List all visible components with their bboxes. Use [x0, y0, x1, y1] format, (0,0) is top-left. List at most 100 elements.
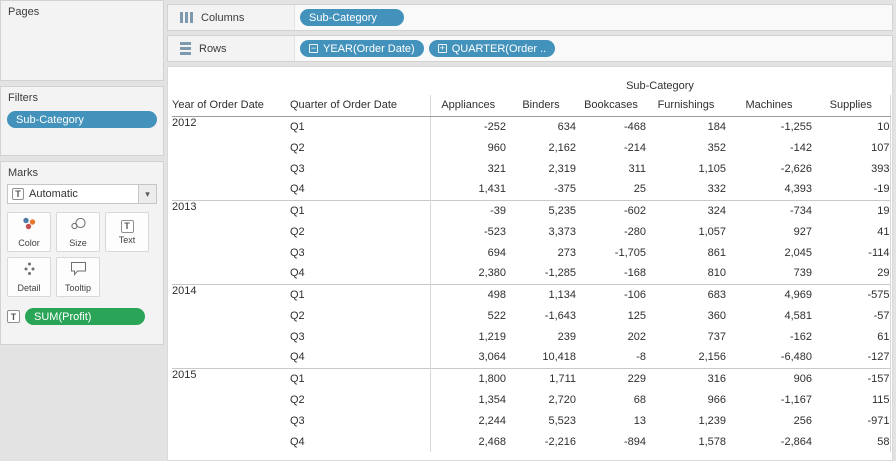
value-cell[interactable]: 960 [429, 137, 506, 158]
value-cell[interactable]: 10,418 [506, 347, 576, 368]
quarter-header[interactable]: Q2 [290, 221, 430, 242]
value-cell[interactable]: 1,105 [646, 158, 726, 179]
rows-pill-year-order-date[interactable]: − YEAR(Order Date) [300, 40, 424, 57]
value-cell[interactable]: 5,523 [506, 410, 576, 431]
value-cell[interactable]: -468 [576, 116, 646, 137]
quarter-header[interactable]: Q3 [290, 242, 430, 263]
value-cell[interactable]: -6,480 [726, 347, 812, 368]
value-cell[interactable]: 2,380 [429, 263, 506, 284]
value-cell[interactable]: -114 [812, 242, 891, 263]
value-cell[interactable]: -1,705 [576, 242, 646, 263]
measure-column-header[interactable]: Binders [506, 95, 576, 117]
year-header[interactable]: 2012 [172, 116, 290, 200]
row-field-label[interactable]: Quarter of Order Date [290, 95, 430, 117]
measure-column-header[interactable]: Appliances [429, 95, 506, 117]
value-cell[interactable]: 1,800 [429, 367, 506, 389]
value-cell[interactable]: 239 [506, 326, 576, 347]
year-header[interactable]: 2015 [172, 367, 290, 452]
value-cell[interactable]: -2,626 [726, 158, 812, 179]
pages-shelf[interactable]: Pages [0, 0, 164, 81]
value-cell[interactable]: 2,720 [506, 389, 576, 410]
value-cell[interactable]: 2,244 [429, 410, 506, 431]
value-cell[interactable]: 61 [812, 326, 891, 347]
value-cell[interactable]: 2,468 [429, 431, 506, 452]
value-cell[interactable]: 202 [576, 326, 646, 347]
color-button[interactable]: Color [7, 212, 51, 252]
value-cell[interactable]: -142 [726, 137, 812, 158]
value-cell[interactable]: 13 [576, 410, 646, 431]
value-cell[interactable]: 393 [812, 158, 891, 179]
value-cell[interactable]: 256 [726, 410, 812, 431]
value-cell[interactable]: 3,373 [506, 221, 576, 242]
value-cell[interactable]: 1,711 [506, 367, 576, 389]
value-cell[interactable]: 360 [646, 305, 726, 326]
quarter-header[interactable]: Q2 [290, 137, 430, 158]
value-cell[interactable]: -523 [429, 221, 506, 242]
filters-shelf[interactable]: Filters Sub-Category [0, 86, 164, 156]
columns-shelf-tray[interactable]: Sub-Category [294, 5, 892, 30]
rows-pill-quarter-order-date[interactable]: + QUARTER(Order .. [428, 40, 556, 57]
measure-column-header[interactable]: Machines [726, 95, 812, 117]
rows-shelf[interactable]: Rows − YEAR(Order Date) + QUARTER(Order … [167, 35, 893, 62]
columns-shelf[interactable]: Columns Sub-Category [167, 4, 893, 31]
value-cell[interactable]: 321 [429, 158, 506, 179]
value-cell[interactable]: -162 [726, 326, 812, 347]
value-cell[interactable]: 68 [576, 389, 646, 410]
rows-shelf-tray[interactable]: − YEAR(Order Date) + QUARTER(Order .. [294, 36, 892, 61]
value-cell[interactable]: 311 [576, 158, 646, 179]
value-cell[interactable]: 2,162 [506, 137, 576, 158]
value-cell[interactable]: 1,431 [429, 179, 506, 200]
value-cell[interactable]: 273 [506, 242, 576, 263]
quarter-header[interactable]: Q4 [290, 431, 430, 452]
value-cell[interactable]: -1,643 [506, 305, 576, 326]
mark-type-dropdown[interactable]: T Automatic [7, 184, 139, 204]
value-cell[interactable]: 2,045 [726, 242, 812, 263]
quarter-header[interactable]: Q1 [290, 283, 430, 305]
value-cell[interactable]: 927 [726, 221, 812, 242]
value-cell[interactable]: 1,239 [646, 410, 726, 431]
value-cell[interactable]: 324 [646, 199, 726, 221]
year-header[interactable]: 2014 [172, 283, 290, 368]
text-mark-icon[interactable]: T [7, 310, 20, 323]
value-cell[interactable]: -894 [576, 431, 646, 452]
value-cell[interactable]: 125 [576, 305, 646, 326]
value-cell[interactable]: 2,156 [646, 347, 726, 368]
value-cell[interactable]: 229 [576, 367, 646, 389]
value-cell[interactable]: -214 [576, 137, 646, 158]
value-cell[interactable]: 966 [646, 389, 726, 410]
chevron-down-icon[interactable]: ▾ [139, 184, 157, 204]
value-cell[interactable]: -8 [576, 347, 646, 368]
row-field-label[interactable]: Year of Order Date [172, 95, 290, 117]
value-cell[interactable]: 2,319 [506, 158, 576, 179]
value-cell[interactable]: 739 [726, 263, 812, 284]
quarter-header[interactable]: Q4 [290, 347, 430, 368]
value-cell[interactable]: 29 [812, 263, 891, 284]
column-field-title[interactable]: Sub-Category [430, 77, 890, 95]
quarter-header[interactable]: Q3 [290, 410, 430, 431]
value-cell[interactable]: 498 [429, 283, 506, 305]
marks-pill-sum-profit[interactable]: SUM(Profit) [25, 308, 145, 325]
value-cell[interactable]: 4,393 [726, 179, 812, 200]
value-cell[interactable]: -57 [812, 305, 891, 326]
value-cell[interactable]: 107 [812, 137, 891, 158]
quarter-header[interactable]: Q1 [290, 367, 430, 389]
value-cell[interactable]: -734 [726, 199, 812, 221]
value-cell[interactable]: 906 [726, 367, 812, 389]
columns-pill-sub-category[interactable]: Sub-Category [300, 9, 404, 26]
value-cell[interactable]: -157 [812, 367, 891, 389]
value-cell[interactable]: -1,285 [506, 263, 576, 284]
value-cell[interactable]: 19 [812, 199, 891, 221]
collapse-icon[interactable]: − [309, 44, 318, 53]
quarter-header[interactable]: Q1 [290, 116, 430, 137]
value-cell[interactable]: -106 [576, 283, 646, 305]
quarter-header[interactable]: Q2 [290, 389, 430, 410]
value-cell[interactable]: 10 [812, 116, 891, 137]
value-cell[interactable]: 184 [646, 116, 726, 137]
size-button[interactable]: Size [56, 212, 100, 252]
text-button[interactable]: T Text [105, 212, 149, 252]
value-cell[interactable]: 522 [429, 305, 506, 326]
value-cell[interactable]: 1,354 [429, 389, 506, 410]
value-cell[interactable]: 41 [812, 221, 891, 242]
value-cell[interactable]: 352 [646, 137, 726, 158]
value-cell[interactable]: 5,235 [506, 199, 576, 221]
